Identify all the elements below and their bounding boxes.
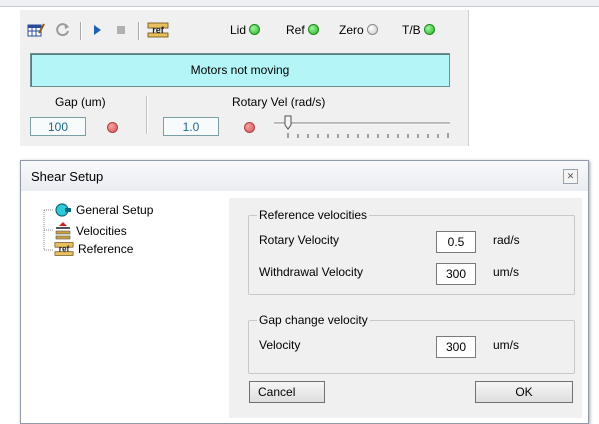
grid-edit-icon[interactable] (26, 20, 46, 40)
ref-icon[interactable]: ref (146, 20, 170, 40)
general-setup-icon (55, 203, 71, 217)
velocity-label: Velocity (259, 338, 301, 352)
ref-icon: ref (54, 242, 74, 256)
lid-indicator: Lid (230, 23, 261, 37)
indicator-label: Zero (339, 23, 364, 37)
shear-setup-dialog: Shear Setup ✕ General Setup Velocities r… (20, 160, 589, 424)
velocities-icon (55, 222, 71, 240)
tree-item-velocities[interactable]: Velocities (54, 222, 127, 240)
status-text: Motors not moving (190, 63, 290, 77)
tree-item-reference[interactable]: ref Reference (54, 241, 133, 257)
gap-led-icon (107, 122, 118, 133)
rotary-velocity-input[interactable]: 0.5 (436, 231, 476, 253)
zero-indicator: Zero (339, 23, 378, 37)
refresh-icon[interactable] (54, 20, 72, 40)
panel-divider (146, 96, 148, 134)
withdrawal-velocity-unit: um/s (493, 265, 520, 279)
rotary-velocity-unit: rad/s (493, 233, 520, 247)
rotary-label: Rotary Vel (rad/s) (232, 95, 326, 109)
tree-item-label: Reference (78, 242, 134, 256)
svg-text:ref: ref (152, 25, 165, 35)
tree-item-label: General Setup (76, 203, 154, 217)
group-title: Reference velocities (257, 208, 370, 222)
gap-label: Gap (um) (55, 95, 106, 109)
settings-tree: General Setup Velocities ref Reference (30, 198, 226, 418)
zero-led-icon (366, 24, 378, 35)
ref-led-icon (307, 24, 319, 35)
withdrawal-velocity-label: Withdrawal Velocity (259, 265, 364, 279)
rotary-value-field[interactable]: 1.0 (163, 117, 219, 136)
reference-velocities-group: Reference velocities Rotary Velocity 0.5… (248, 208, 575, 295)
indicator-label: Ref (286, 23, 305, 37)
rotary-velocity-label: Rotary Velocity (259, 233, 340, 247)
group-title: Gap change velocity (257, 313, 370, 327)
tb-indicator: T/B (402, 23, 435, 37)
tb-led-icon (423, 24, 435, 35)
dialog-title: Shear Setup (31, 169, 104, 184)
ok-button[interactable]: OK (475, 381, 573, 403)
toolbar-separator (138, 22, 140, 40)
motor-status-bar: Motors not moving (30, 53, 450, 87)
close-button[interactable]: ✕ (563, 169, 578, 184)
toolbar-separator (80, 22, 82, 40)
gap-value-field[interactable]: 100 (30, 117, 86, 136)
tree-item-label: Velocities (76, 224, 127, 238)
stop-icon[interactable] (114, 20, 128, 40)
rotary-velocity-slider[interactable] (270, 114, 454, 140)
indicator-label: T/B (402, 23, 421, 37)
window-top-strip (0, 0, 599, 7)
lid-led-icon (249, 24, 261, 35)
rotary-led-icon (244, 122, 255, 133)
gap-velocity-input[interactable]: 300 (436, 336, 476, 358)
reference-settings-pane: Reference velocities Rotary Velocity 0.5… (229, 198, 582, 418)
tree-item-general-setup[interactable]: General Setup (54, 202, 153, 218)
indicator-label: Lid (230, 23, 247, 37)
cancel-button[interactable]: Cancel (249, 381, 325, 403)
play-icon[interactable] (90, 20, 104, 40)
svg-text:ref: ref (59, 245, 70, 254)
dialog-titlebar: Shear Setup ✕ (21, 161, 588, 191)
gap-change-velocity-group: Gap change velocity Velocity 300 um/s (248, 313, 575, 374)
close-icon: ✕ (566, 171, 575, 181)
ref-indicator: Ref (286, 23, 319, 37)
withdrawal-velocity-input[interactable]: 300 (436, 263, 476, 285)
gap-velocity-unit: um/s (493, 338, 520, 352)
